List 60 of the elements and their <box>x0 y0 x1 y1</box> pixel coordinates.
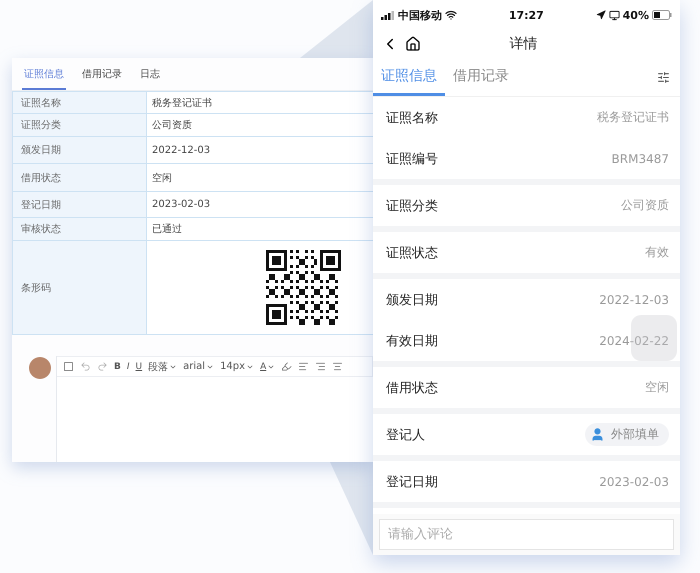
row-label: 登记日期 <box>386 474 438 490</box>
field-value: 空闲 <box>147 164 373 192</box>
row-value: 税务登记证书 <box>597 109 669 126</box>
field-value: 2022-12-03 <box>147 137 373 164</box>
tab[interactable]: 证照信息 <box>22 67 66 90</box>
field-label: 审核状态 <box>13 218 147 241</box>
row-label: 证照分类 <box>386 198 438 214</box>
field-label: 借用状态 <box>13 164 147 192</box>
person-icon <box>590 427 605 442</box>
field-label: 颁发日期 <box>13 137 147 164</box>
row-value: 有效 <box>645 244 669 261</box>
field-value: 2023-02-03 <box>147 192 373 218</box>
row-value: 空闲 <box>645 379 669 396</box>
battery-icon <box>652 10 672 20</box>
field-label: 证照名称 <box>13 92 147 114</box>
row-value: 2022-12-03 <box>599 292 669 306</box>
row-label: 登记人 <box>386 426 425 444</box>
row-value: 2023-02-03 <box>599 474 669 488</box>
battery-percent: 40% <box>622 8 649 22</box>
row-label: 证照状态 <box>386 244 438 262</box>
clear-format-icon[interactable] <box>63 361 74 372</box>
toolbar-dropdown[interactable]: 段落 <box>148 360 178 374</box>
row-label: 颁发日期 <box>386 292 438 308</box>
row-label: 借用状态 <box>386 380 438 396</box>
field-label: 条形码 <box>13 241 147 335</box>
tab[interactable]: 日志 <box>138 67 162 90</box>
comment-input[interactable]: 请输入评论 <box>379 519 674 550</box>
underline-button[interactable]: U <box>136 362 142 372</box>
screen-mirror-icon <box>608 10 620 20</box>
highlight-icon[interactable] <box>281 361 292 372</box>
signal-icon <box>381 10 395 20</box>
row-label: 有效日期 <box>386 332 438 350</box>
location-icon <box>596 10 606 20</box>
align-left-icon[interactable] <box>298 361 310 372</box>
field-value: 公司资质 <box>147 114 373 137</box>
row-label: 证照名称 <box>386 110 438 126</box>
field-value: 税务登记证书 <box>147 92 373 114</box>
font-color-button[interactable]: A <box>260 362 276 372</box>
tab[interactable]: 借用记录 <box>80 67 124 90</box>
field-value: 已通过 <box>147 218 373 241</box>
bold-button[interactable]: B <box>114 362 121 372</box>
status-time: 17:27 <box>508 8 544 22</box>
wifi-icon <box>445 9 457 21</box>
field-label: 证照分类 <box>13 114 147 137</box>
align-right-icon[interactable] <box>315 361 326 372</box>
avatar <box>29 357 51 379</box>
toolbar-dropdown[interactable]: arial <box>183 361 214 372</box>
row-value: 公司资质 <box>621 197 669 214</box>
italic-button[interactable]: I <box>126 362 130 372</box>
row-label: 证照编号 <box>386 150 438 168</box>
align-center-icon[interactable] <box>332 361 344 372</box>
page-title: 详情 <box>508 35 538 53</box>
row-value: BRM3487 <box>612 152 669 166</box>
tab[interactable]: 借用记录 <box>445 58 517 96</box>
carrier-name: 中国移动 <box>398 8 442 22</box>
field-label: 登记日期 <box>13 192 147 218</box>
toolbar-dropdown[interactable]: 14px <box>220 361 254 372</box>
filter-icon[interactable] <box>657 70 670 84</box>
row-value: 2024-02-22 <box>599 334 669 348</box>
home-icon[interactable] <box>405 36 421 52</box>
